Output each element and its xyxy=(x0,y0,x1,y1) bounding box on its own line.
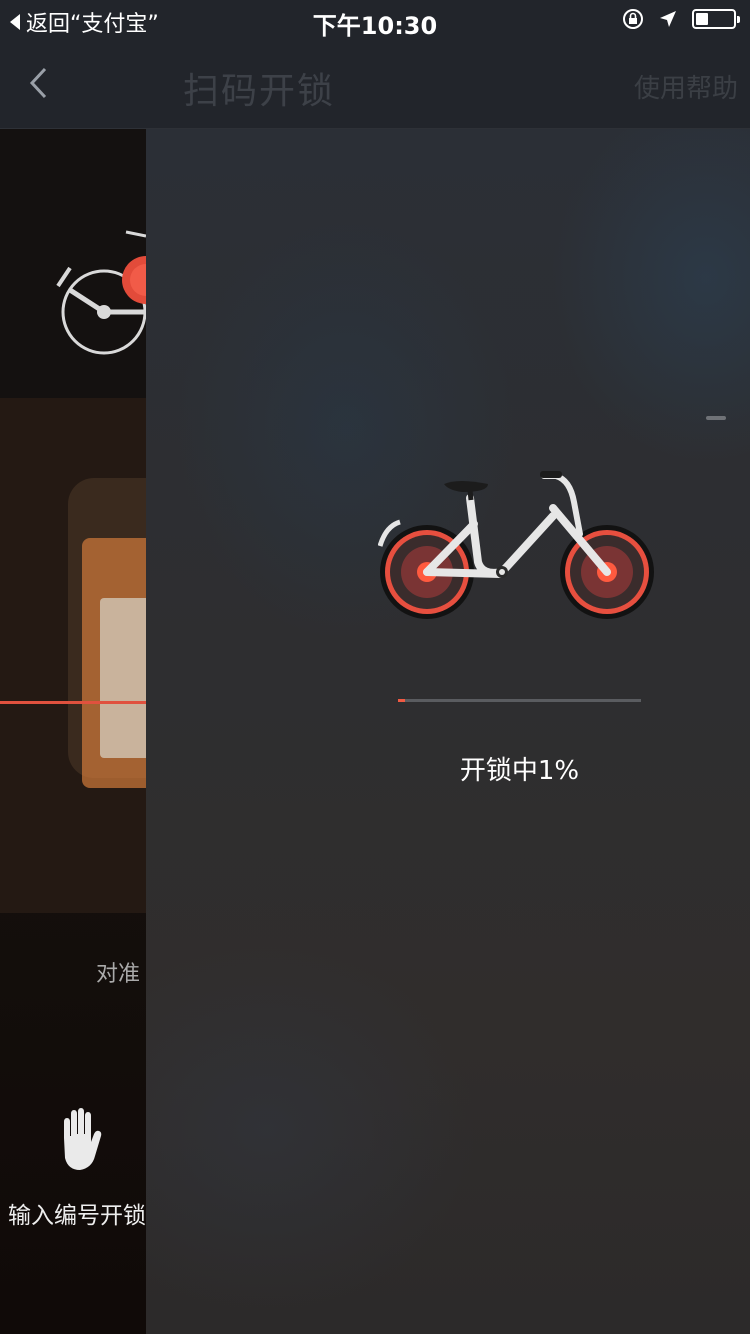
bike-logo-icon xyxy=(56,230,146,355)
manual-unlock-label: 输入编号开锁 xyxy=(8,1203,146,1229)
page-title: 扫码开锁 xyxy=(183,71,336,112)
scan-hint: 对准 xyxy=(96,962,141,987)
unlock-panel: 开锁中1% xyxy=(146,128,750,1334)
manual-unlock-button[interactable]: 输入编号开锁 xyxy=(0,1108,146,1229)
qr-code xyxy=(100,598,146,758)
back-chevron-icon[interactable] xyxy=(28,66,48,100)
hand-icon xyxy=(64,1108,102,1170)
scan-line xyxy=(0,701,146,704)
scan-header-area xyxy=(0,128,146,398)
panel-dash xyxy=(706,416,726,420)
status-icons xyxy=(622,8,740,30)
battery-fill xyxy=(696,13,708,25)
unlock-progress-fill xyxy=(398,699,406,702)
nav-bar: 扫码开锁 使用帮助 xyxy=(0,40,750,129)
orientation-lock-icon xyxy=(623,9,643,29)
help-link[interactable]: 使用帮助 xyxy=(634,68,738,105)
camera-view xyxy=(0,398,146,913)
scan-background: 对准 输入编号开锁 xyxy=(0,128,146,1334)
unlock-status-label: 开锁中1% xyxy=(459,756,580,786)
bicycle-icon xyxy=(378,471,654,619)
status-bar: 返回“支付宝” 下午10:30 xyxy=(0,0,750,40)
unlock-progress-bar xyxy=(398,699,641,702)
location-arrow-icon xyxy=(660,11,676,27)
battery-icon xyxy=(692,9,740,29)
